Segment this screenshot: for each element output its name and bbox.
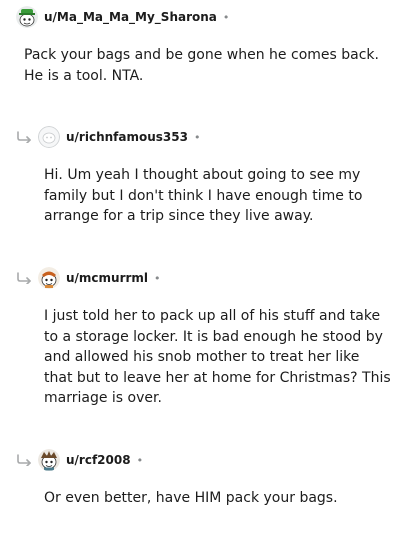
- comment-header: u/rcf2008 •: [38, 449, 143, 471]
- separator-dot: •: [136, 453, 144, 467]
- separator-dot: •: [222, 10, 230, 24]
- username[interactable]: u/rcf2008: [66, 453, 131, 467]
- username[interactable]: u/mcmurrml: [66, 271, 148, 285]
- reply-arrow-icon: [17, 131, 31, 143]
- comment-text: I just told her to pack up all of his st…: [44, 308, 391, 406]
- separator-dot: •: [154, 271, 161, 285]
- reply-arrow-icon: [17, 454, 31, 466]
- reply-arrow-icon: [17, 272, 31, 284]
- comment-text: Or even better, have HIM pack your bags.: [44, 490, 338, 506]
- comment-text: Pack your bags and be gone when he comes…: [24, 47, 379, 84]
- snoo-avatar-green-hat-icon[interactable]: [16, 6, 38, 28]
- comment-header: u/richnfamous353 •: [38, 126, 200, 148]
- snoo-avatar-orange-icon[interactable]: [38, 267, 60, 289]
- username[interactable]: u/Ma_Ma_Ma_My_Sharona: [44, 10, 217, 24]
- comment-header: u/Ma_Ma_Ma_My_Sharona •: [16, 6, 229, 28]
- separator-dot: •: [193, 130, 201, 144]
- comment-header: u/mcmurrml •: [38, 267, 161, 289]
- comment-text: Hi. Um yeah I thought about going to see…: [44, 167, 363, 224]
- default-avatar-gray-icon[interactable]: [38, 126, 60, 148]
- username[interactable]: u/richnfamous353: [66, 130, 188, 144]
- snoo-avatar-brown-icon[interactable]: [38, 449, 60, 471]
